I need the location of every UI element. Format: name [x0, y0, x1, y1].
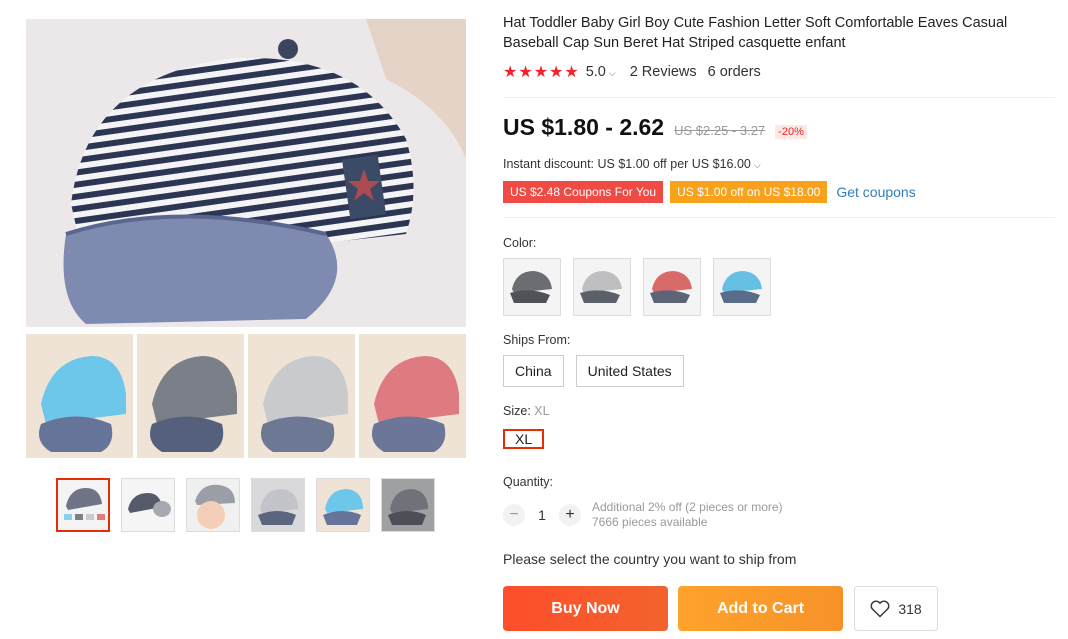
buy-now-button[interactable]: Buy Now: [503, 586, 668, 631]
current-price: US $1.80 - 2.62: [503, 114, 665, 140]
quantity-stepper: − 1 + Additional 2% off (2 pieces or mor…: [503, 500, 783, 530]
wishlist-button[interactable]: 318: [854, 586, 938, 631]
rating-row: ★★★★★ 5.0 ⌵ 2 Reviews 6 orders: [503, 62, 761, 82]
quantity-value[interactable]: 1: [525, 507, 559, 523]
chevron-down-icon: ⌵: [608, 68, 616, 78]
thumbnail-1[interactable]: [56, 478, 110, 532]
size-option-xl[interactable]: XL: [503, 429, 545, 449]
ships-from-options: China United States: [503, 355, 684, 387]
bulk-discount-text: Additional 2% off (2 pieces or more): [592, 500, 783, 514]
thumbnail-5[interactable]: [316, 478, 370, 532]
color-option-red[interactable]: [643, 258, 701, 316]
thumbnail-6[interactable]: [381, 478, 435, 532]
heart-icon: [870, 600, 890, 617]
light-gray-cap-image[interactable]: [248, 334, 355, 458]
rating-value-text: 5.0: [585, 64, 606, 80]
color-option-dark-gray[interactable]: [503, 258, 561, 316]
coupon-select[interactable]: US $1.00 off on US $18.00: [670, 181, 828, 203]
size-label: Size: XL: [503, 404, 550, 418]
striped-cap-image: [26, 19, 466, 327]
quantity-note: Additional 2% off (2 pieces or more) 766…: [592, 500, 783, 530]
red-cap-image[interactable]: [359, 334, 466, 458]
thumbnail-4[interactable]: [251, 478, 305, 532]
orders-count: 6 orders: [707, 64, 761, 80]
ship-option-china[interactable]: China: [503, 355, 564, 387]
image-thumbnails: [56, 478, 435, 532]
divider: [503, 97, 1055, 98]
divider: [503, 217, 1055, 218]
color-option-blue[interactable]: [713, 258, 771, 316]
ships-from-label: Ships From:: [503, 333, 571, 347]
reviews-link[interactable]: 2 Reviews: [630, 64, 697, 80]
get-coupons-link[interactable]: Get coupons: [836, 184, 915, 200]
color-label: Color:: [503, 236, 537, 250]
instant-discount[interactable]: Instant discount: US $1.00 off per US $1…: [503, 157, 761, 171]
main-product-image[interactable]: [26, 19, 466, 327]
stock-available-text: 7666 pieces available: [592, 515, 708, 529]
decrease-quantity-button[interactable]: −: [503, 504, 525, 526]
ship-option-united-states[interactable]: United States: [575, 355, 684, 387]
dark-gray-cap-image[interactable]: [137, 334, 244, 458]
original-price: US $2.25 - 3.27: [674, 123, 766, 138]
discount-badge: -20%: [775, 125, 807, 139]
color-variant-strip: [26, 334, 466, 458]
wishlist-count: 318: [898, 600, 922, 617]
coupon-row: US $2.48 Coupons For You US $1.00 off on…: [503, 181, 916, 203]
price-row: US $1.80 - 2.62 US $2.25 - 3.27 -20%: [503, 114, 807, 141]
chevron-down-icon: ⌵: [753, 160, 761, 170]
color-options: [503, 258, 771, 316]
product-title: Hat Toddler Baby Girl Boy Cute Fashion L…: [503, 15, 1008, 51]
size-selected-value: XL: [534, 404, 550, 418]
add-to-cart-button[interactable]: Add to Cart: [678, 586, 843, 631]
quantity-label: Quantity:: [503, 475, 554, 489]
color-option-light-gray[interactable]: [573, 258, 631, 316]
thumbnail-2[interactable]: [121, 478, 175, 532]
increase-quantity-button[interactable]: +: [559, 504, 581, 526]
thumbnail-3[interactable]: [186, 478, 240, 532]
instant-discount-text: Instant discount: US $1.00 off per US $1…: [503, 157, 751, 171]
blue-cap-image[interactable]: [26, 334, 133, 458]
coupon-store[interactable]: US $2.48 Coupons For You: [503, 181, 664, 203]
rating-value[interactable]: 5.0 ⌵: [586, 64, 616, 80]
size-label-text: Size:: [503, 404, 531, 418]
rating-stars-icon: ★★★★★: [503, 64, 580, 81]
action-buttons: Buy Now Add to Cart 318: [503, 586, 938, 631]
shipping-message: Please select the country you want to sh…: [503, 551, 797, 567]
size-options: XL: [503, 425, 545, 453]
